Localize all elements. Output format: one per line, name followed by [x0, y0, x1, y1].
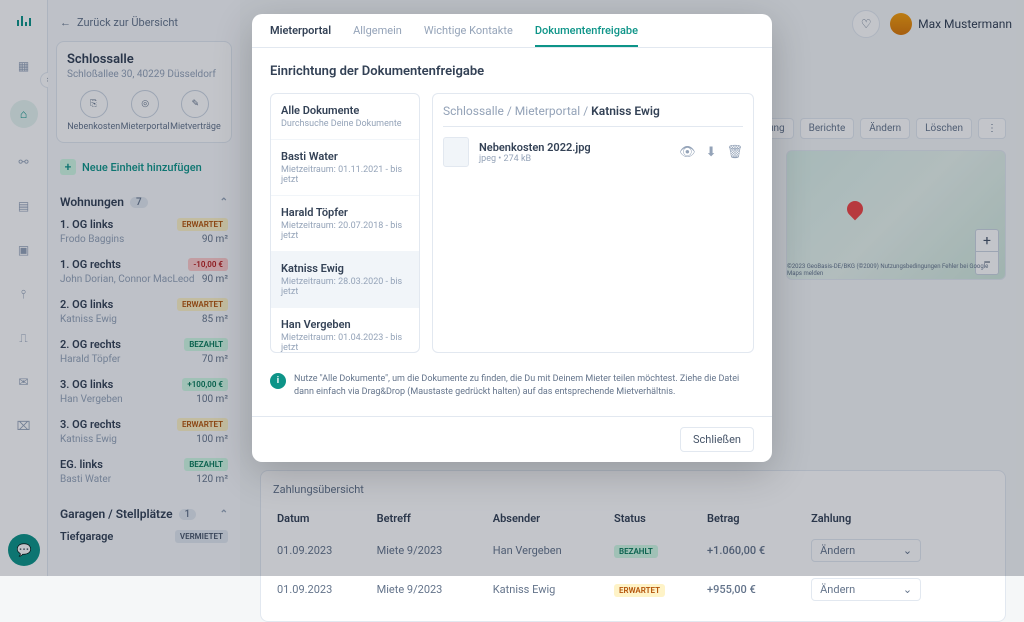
- chevron-down-icon: ⌄: [903, 583, 912, 596]
- modal-tab[interactable]: Mieterportal: [270, 24, 331, 47]
- tenant-list: Alle Dokumente Durchsuche Deine Dokument…: [270, 93, 420, 353]
- breadcrumb-current: Katniss Ewig: [591, 104, 660, 118]
- eye-icon[interactable]: 👁: [679, 145, 696, 160]
- tenant-sub: Durchsuche Deine Dokumente: [281, 119, 409, 129]
- download-icon[interactable]: ⬇: [706, 145, 717, 160]
- tenant-name: Basti Water: [281, 150, 409, 163]
- trash-icon[interactable]: 🗑: [726, 145, 743, 160]
- doc-panel: Schlossalle / Mieterportal / Katniss Ewi…: [432, 93, 754, 353]
- change-select[interactable]: Ändern ⌄: [811, 578, 921, 601]
- modal-footer: Schließen: [252, 416, 772, 462]
- modal-tab[interactable]: Wichtige Kontakte: [424, 24, 513, 47]
- modal-tabs: Mieterportal Allgemein Wichtige Kontakte Do…: [252, 14, 772, 48]
- tenant-item[interactable]: Katniss Ewig Mietzeitraum: 28.03.2020 - …: [271, 252, 419, 308]
- tenant-item[interactable]: Basti Water Mietzeitraum: 01.11.2021 - b…: [271, 140, 419, 196]
- tenant-sub: Mietzeitraum: 01.04.2023 - bis jetzt: [281, 333, 409, 353]
- file-meta: jpeg • 274 kB: [479, 154, 669, 164]
- info-icon: i: [270, 373, 286, 389]
- tenant-item[interactable]: Harald Töpfer Mietzeitraum: 20.07.2018 -…: [271, 196, 419, 252]
- modal-tab[interactable]: Dokumentenfreigabe: [535, 24, 638, 47]
- file-actions: 👁 ⬇ 🗑: [679, 145, 743, 160]
- tenant-sub: Mietzeitraum: 28.03.2020 - bis jetzt: [281, 277, 409, 297]
- modal-overlay: Mieterportal Allgemein Wichtige Kontakte Do…: [0, 0, 1024, 576]
- modal: Mieterportal Allgemein Wichtige Kontakte Do…: [252, 14, 772, 462]
- breadcrumb: Schlossalle / Mieterportal / Katniss Ewi…: [443, 104, 743, 127]
- tenant-sub: Mietzeitraum: 01.11.2021 - bis jetzt: [281, 165, 409, 185]
- tenant-name: Alle Dokumente: [281, 104, 409, 117]
- modal-title: Einrichtung der Dokumentenfreigabe: [270, 64, 754, 79]
- tenant-sub: Mietzeitraum: 20.07.2018 - bis jetzt: [281, 221, 409, 241]
- tenant-name: Harald Töpfer: [281, 206, 409, 219]
- hint: i Nutze "Alle Dokumente", um die Dokumen…: [270, 365, 754, 406]
- tenant-item[interactable]: Alle Dokumente Durchsuche Deine Dokument…: [271, 94, 419, 140]
- file-row: Nebenkosten 2022.jpg jpeg • 274 kB 👁 ⬇ 🗑: [443, 127, 743, 177]
- close-button[interactable]: Schließen: [680, 427, 754, 452]
- tenant-name: Han Vergeben: [281, 318, 409, 331]
- status-badge: ERWARTET: [614, 584, 665, 597]
- tenant-item[interactable]: Han Vergeben Mietzeitraum: 01.04.2023 - …: [271, 308, 419, 353]
- file-name: Nebenkosten 2022.jpg: [479, 141, 669, 154]
- tenant-name: Katniss Ewig: [281, 262, 409, 275]
- modal-tab[interactable]: Allgemein: [353, 24, 402, 47]
- file-thumb-icon: [443, 137, 469, 167]
